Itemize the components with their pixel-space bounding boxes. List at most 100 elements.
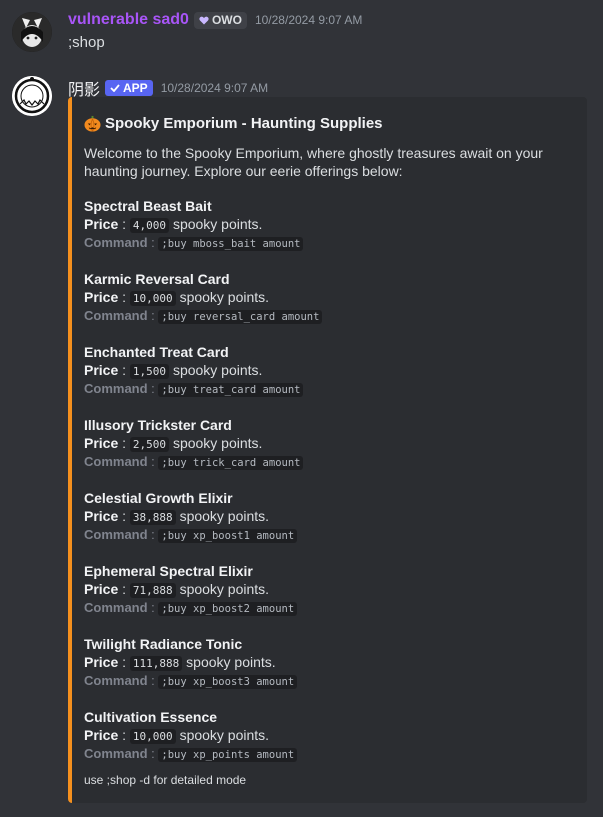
price-suffix: spooky points. [172,362,263,378]
price-suffix: spooky points. [179,289,270,305]
price-label: Price [84,362,119,378]
command-separator: : [147,600,159,615]
item-command-line: Command : ;buy xp_boost1 amount [84,526,554,544]
shop-item: Ephemeral Spectral Elixir Price : 71,888 … [84,562,554,617]
price-label: Price [84,654,119,670]
price-suffix: spooky points. [186,654,276,670]
item-name: Cultivation Essence [84,709,218,725]
message-user: vulnerable sad0 OWO 10/28/2024 9:07 AM ;… [0,0,603,70]
item-price-line: Price : 2,500 spooky points. [84,434,554,453]
command-separator: : [147,746,159,761]
server-tag[interactable]: OWO [193,11,247,29]
command-label: Command [84,673,148,688]
shop-item: Enchanted Treat Card Price : 1,500 spooky… [84,343,554,398]
command-separator: : [147,527,159,542]
price-label: Price [84,216,119,232]
embed-title-text: Spooky Emporium - Haunting Supplies [105,115,383,132]
command-label: Command [84,235,148,250]
price-label: Price [84,581,119,597]
shop-item: Spectral Beast Bait Price : 4,000 spooky … [84,197,554,252]
item-name: Ephemeral Spectral Elixir [84,563,253,579]
checkmark-icon [110,84,120,92]
item-command-line: Command : ;buy reversal_card amount [84,307,554,325]
shop-item: Karmic Reversal Card Price : 10,000 spook… [84,270,554,325]
command-label: Command [84,600,148,615]
item-price-line: Price : 38,888 spooky points. [84,507,554,526]
user-avatar-image [12,12,52,52]
command-label: Command [84,308,148,323]
shop-embed: Spooky Emporium - Haunting Supplies Welc… [68,97,587,803]
command-code[interactable]: ;buy trick_card amount [158,456,304,470]
price-value: 111,888 [129,656,183,671]
command-label: Command [84,527,148,542]
command-code[interactable]: ;buy xp_boost1 amount [158,529,298,543]
shop-item: Cultivation Essence Price : 10,000 spooky… [84,708,554,763]
item-name: Spectral Beast Bait [84,198,212,214]
embed-title: Spooky Emporium - Haunting Supplies [84,115,383,132]
user-avatar[interactable] [12,12,52,52]
message-header: vulnerable sad0 OWO 10/28/2024 9:07 AM [68,11,362,29]
command-separator: : [147,673,159,688]
app-tag[interactable]: APP [105,80,153,96]
item-command-line: Command : ;buy mboss_bait amount [84,234,554,252]
item-command-line: Command : ;buy treat_card amount [84,380,554,398]
price-value: 2,500 [129,437,170,452]
price-suffix: spooky points. [179,508,270,524]
command-label: Command [84,746,148,761]
bot-avatar-image [12,76,52,116]
item-name: Enchanted Treat Card [84,344,229,360]
item-command-line: Command : ;buy xp_boost2 amount [84,599,554,617]
message-content: ;shop [68,34,105,51]
price-label: Price [84,289,119,305]
command-code[interactable]: ;buy xp_boost2 amount [158,602,298,616]
command-separator: : [147,381,159,396]
item-price-line: Price : 71,888 spooky points. [84,580,554,599]
price-suffix: spooky points. [179,727,270,743]
item-command-line: Command : ;buy xp_boost3 amount [84,672,554,690]
username[interactable]: vulnerable sad0 [68,11,189,29]
command-code[interactable]: ;buy reversal_card amount [158,310,323,324]
command-code[interactable]: ;buy xp_boost3 amount [158,675,298,689]
shop-item: Twilight Radiance Tonic Price : 111,888 s… [84,635,554,690]
pumpkin-icon [84,115,101,132]
item-command-line: Command : ;buy xp_points amount [84,745,554,763]
command-separator: : [147,308,159,323]
command-separator: : [147,235,159,250]
timestamp[interactable]: 10/28/2024 9:07 AM [255,13,362,27]
embed-footer: use ;shop -d for detailed mode [84,773,247,787]
command-code[interactable]: ;buy xp_points amount [158,748,298,762]
price-separator: : [118,289,130,305]
bot-avatar[interactable] [12,76,52,116]
price-label: Price [84,435,119,451]
item-price-line: Price : 10,000 spooky points. [84,726,554,745]
heart-icon [199,16,209,24]
price-value: 1,500 [129,364,170,379]
item-name: Celestial Growth Elixir [84,490,233,506]
item-name: Illusory Trickster Card [84,417,232,433]
price-value: 10,000 [129,729,176,744]
price-value: 71,888 [129,583,176,598]
price-suffix: spooky points. [172,435,263,451]
embed-description: Welcome to the Spooky Emporium, where gh… [84,145,543,179]
price-value: 4,000 [129,218,170,233]
timestamp[interactable]: 10/28/2024 9:07 AM [161,81,268,95]
price-suffix: spooky points. [172,216,263,232]
price-separator: : [118,654,130,670]
shop-item: Celestial Growth Elixir Price : 38,888 sp… [84,489,554,544]
price-value: 38,888 [129,510,176,525]
command-label: Command [84,454,148,469]
item-price-line: Price : 4,000 spooky points. [84,215,554,234]
price-separator: : [118,362,130,378]
price-suffix: spooky points. [179,581,270,597]
command-code[interactable]: ;buy mboss_bait amount [158,237,304,251]
price-separator: : [118,508,130,524]
command-code[interactable]: ;buy treat_card amount [158,383,304,397]
price-separator: : [118,727,130,743]
item-price-line: Price : 111,888 spooky points. [84,653,554,672]
item-name: Twilight Radiance Tonic [84,636,243,652]
price-value: 10,000 [129,291,176,306]
item-price-line: Price : 1,500 spooky points. [84,361,554,380]
app-tag-label: APP [123,81,148,95]
item-name: Karmic Reversal Card [84,271,230,287]
price-separator: : [118,216,130,232]
